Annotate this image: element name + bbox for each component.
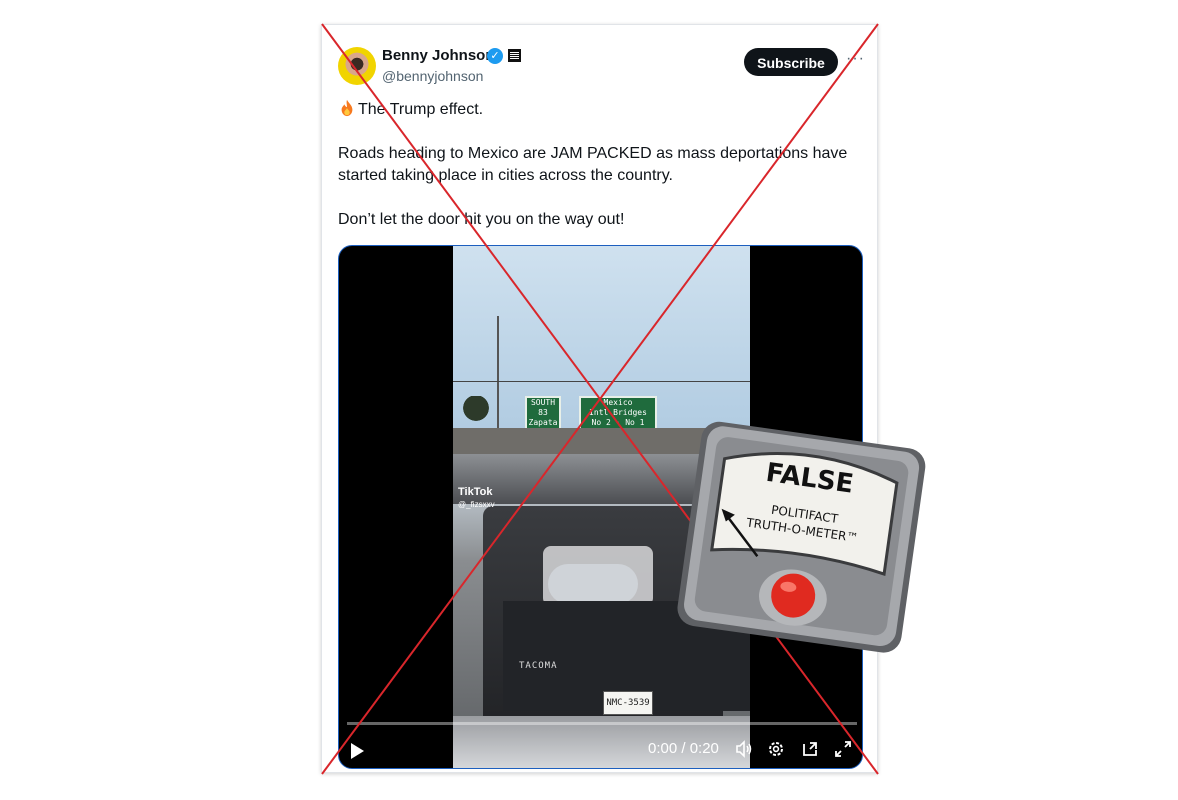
fullscreen-icon[interactable] xyxy=(834,740,852,758)
video-time: 0:00 / 0:20 xyxy=(648,740,719,757)
subscribe-button[interactable]: Subscribe xyxy=(744,48,838,76)
tweet-line-1: The Trump effect. xyxy=(338,99,858,121)
author-name[interactable]: Benny Johnson xyxy=(382,47,495,64)
avatar[interactable] xyxy=(338,47,376,85)
vehicle-badge: TACOMA xyxy=(519,661,558,671)
play-icon[interactable] xyxy=(351,743,364,759)
tiktok-watermark: TikTok xyxy=(458,486,493,498)
more-options-icon[interactable]: ··· xyxy=(846,50,865,68)
settings-icon[interactable] xyxy=(767,740,785,758)
tiktok-username: @_fizsxxv xyxy=(458,500,495,509)
tweet-card: Benny Johnson ✓ @bennyjohnson Subscribe … xyxy=(321,24,878,773)
tweet-text-1: The Trump effect. xyxy=(358,101,484,118)
truth-o-meter: FALSE POLITIFACT TRUTH-O-METER™ xyxy=(677,421,926,653)
author-handle[interactable]: @bennyjohnson xyxy=(382,68,483,84)
fire-emoji-icon xyxy=(341,99,353,117)
pip-icon[interactable] xyxy=(801,740,819,758)
progress-bar[interactable] xyxy=(347,722,857,725)
tweet-text-2: Roads heading to Mexico are JAM PACKED a… xyxy=(338,145,848,184)
affiliation-icon xyxy=(508,49,521,62)
video-controls: 0:00 / 0:20 xyxy=(339,736,862,766)
volume-icon[interactable] xyxy=(735,740,753,758)
license-plate: NMC-3539 xyxy=(603,691,653,715)
verified-badge-icon: ✓ xyxy=(487,48,503,64)
tweet-text-3: Don’t let the door hit you on the way ou… xyxy=(338,211,625,228)
